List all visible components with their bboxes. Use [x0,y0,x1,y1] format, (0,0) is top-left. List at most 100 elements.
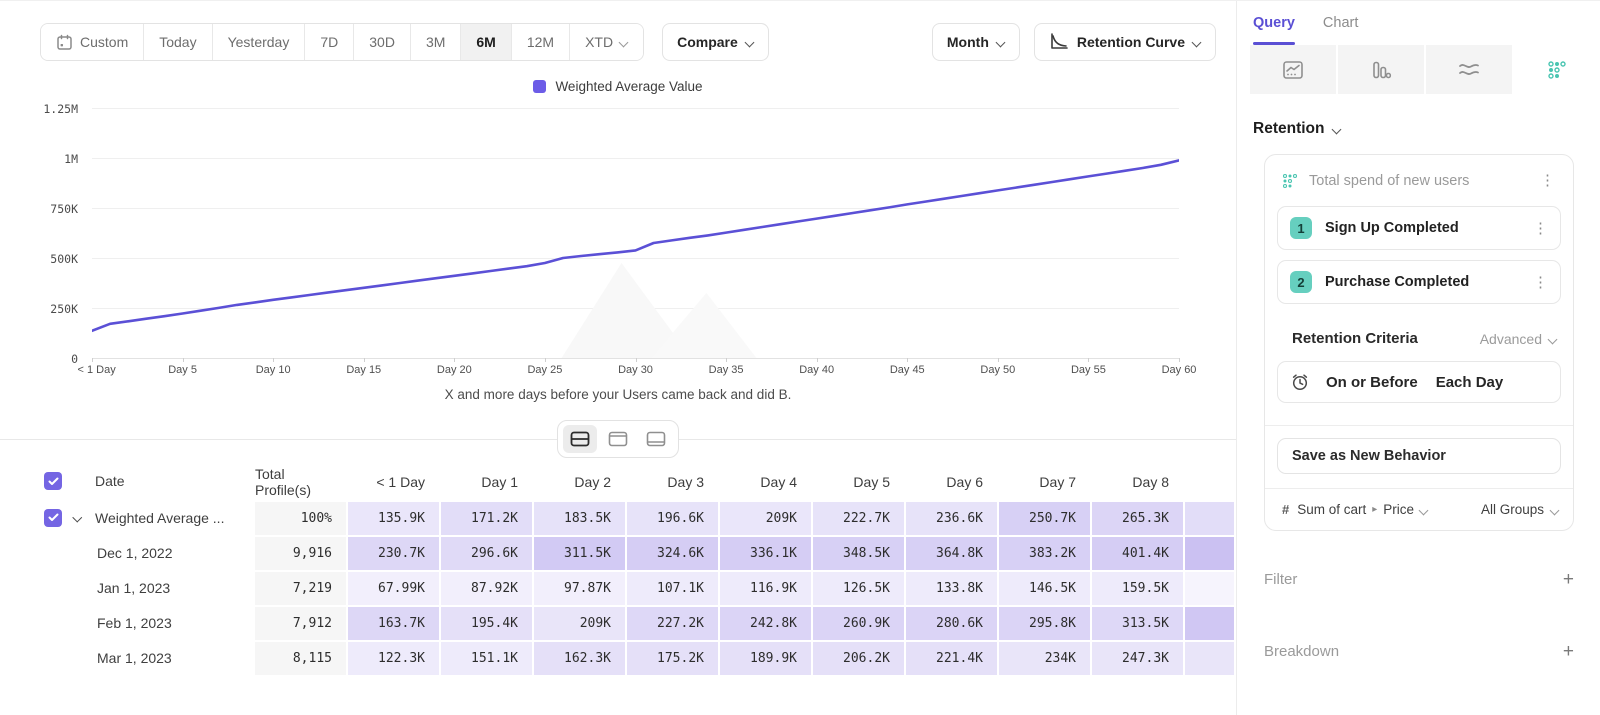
range-button-6m[interactable]: 6M [461,24,511,60]
save-as-new-behavior-button[interactable]: Save as New Behavior [1277,438,1561,474]
retention-value-cell-clipped [1185,500,1236,535]
add-breakdown-button[interactable]: + [1563,642,1574,661]
expand-caret-icon[interactable] [74,514,82,522]
granularity-dropdown[interactable]: Month [932,23,1020,61]
total-profiles-cell: 100% [255,500,348,535]
range-button-30d[interactable]: 30D [354,24,411,60]
y-axis-tick-label: 500K [50,252,78,266]
x-axis-tick-label: Day 15 [346,364,381,376]
retention-icon[interactable] [1514,45,1600,94]
y-axis-tick-label: 750K [50,202,78,216]
granularity-label: Month [947,34,989,50]
x-axis-tick-label: Day 50 [980,364,1015,376]
query-builder-panel: Query Chart [1237,1,1600,715]
row-label-cell: Mar 1, 2023 [0,640,255,675]
range-button-12m[interactable]: 12M [512,24,570,60]
behavior-step-1[interactable]: 1Sign Up Completed⋮ [1277,206,1561,250]
insights-icon[interactable] [1250,45,1338,94]
row-checkbox[interactable] [44,472,62,490]
axis-tick [1179,358,1180,362]
behavior-step-2[interactable]: 2 Purchase Completed ⋮ [1277,260,1561,304]
report-main: CustomTodayYesterday7D30D3M6M12MXTD Comp… [0,1,1237,715]
column-header[interactable]: Day 2 [534,462,627,500]
row-checkbox[interactable] [44,509,62,527]
column-header[interactable]: Day 4 [720,462,813,500]
column-header[interactable]: < 1 Day [348,462,441,500]
axis-tick [273,358,274,362]
flows-icon[interactable] [1426,45,1514,94]
chart-type-nav [1250,45,1600,94]
range-button-today[interactable]: Today [144,24,212,60]
measure-label: Sum of cart [1297,502,1366,517]
range-button-3m[interactable]: 3M [411,24,461,60]
retention-value-cell: 122.3K [348,640,441,675]
column-header[interactable]: Day 5 [813,462,906,500]
x-axis-tick-label: Day 40 [799,364,834,376]
layout-chart-view-button[interactable] [601,425,635,453]
table-row[interactable]: Dec 1, 20229,916230.7K296.6K311.5K324.6K… [0,535,1236,570]
advanced-dropdown[interactable]: Advanced [1480,331,1557,347]
compare-button[interactable]: Compare [662,23,769,61]
retention-value-cell: 183.5K [534,500,627,535]
axis-tick [726,358,727,362]
behavior-kebab-menu[interactable]: ⋮ [1536,171,1559,190]
retention-value-cell: 364.8K [906,535,999,570]
retention-value-cell: 159.5K [1092,570,1185,605]
x-axis-tick-label: Day 5 [168,364,197,376]
retention-section-heading[interactable]: Retention [1253,120,1600,138]
layout-split-view-button[interactable] [563,425,597,453]
funnels-icon[interactable] [1338,45,1426,94]
column-header[interactable]: Day 6 [906,462,999,500]
table-row[interactable]: Jan 1, 20237,21967.99K87.92K97.87K107.1K… [0,570,1236,605]
column-header[interactable]: Day 7 [999,462,1092,500]
filter-section: Filter + [1264,559,1574,599]
range-button-custom[interactable]: Custom [41,24,144,60]
row-label-cell: Feb 1, 2023 [0,605,255,640]
layout-table-view-button[interactable] [639,425,673,453]
column-header[interactable]: Day 1 [441,462,534,500]
retention-value-cell: 280.6K [906,605,999,640]
retention-value-cell: 206.2K [813,640,906,675]
row-label-cell: Weighted Average ... [0,500,255,535]
behavior-card: Total spend of new users ⋮ 1Sign Up Comp… [1264,154,1574,531]
criteria-timing-control[interactable]: On or Before Each Day [1277,361,1561,403]
axis-tick [998,358,999,362]
y-axis-tick-label: 1.25M [43,102,78,116]
step-number-badge: 2 [1290,271,1312,293]
step-number-badge: 1 [1290,217,1312,239]
filter-label: Filter [1264,571,1563,588]
chart-style-dropdown[interactable]: Retention Curve [1034,23,1216,61]
chevron-down-icon [1193,38,1201,46]
step-event-label: Purchase Completed [1325,274,1516,290]
retention-value-cell: 116.9K [720,570,813,605]
step-kebab-menu[interactable]: ⋮ [1529,273,1552,292]
retention-value-cell: 313.5K [1092,605,1185,640]
column-header[interactable]: Total Profile(s) [255,462,348,500]
retention-value-cell: 236.6K [906,500,999,535]
table-row[interactable]: Weighted Average ...100%135.9K171.2K183.… [0,500,1236,535]
retention-value-cell: 196.6K [627,500,720,535]
column-header[interactable]: Day 3 [627,462,720,500]
retention-value-cell: 97.87K [534,570,627,605]
row-label-cell: Dec 1, 2022 [0,535,255,570]
table-row[interactable]: Mar 1, 20238,115122.3K151.1K162.3K175.2K… [0,640,1236,675]
measure-dropdown[interactable]: Sum of cart ▸ Price [1297,502,1428,517]
range-button-7d[interactable]: 7D [305,24,354,60]
range-button-yesterday[interactable]: Yesterday [213,24,306,60]
measure-property-label: Price [1383,502,1414,517]
retention-criteria-row: Retention Criteria Advanced [1292,330,1557,347]
table-row[interactable]: Feb 1, 20237,912163.7K195.4K209K227.2K24… [0,605,1236,640]
range-button-xtd[interactable]: XTD [570,24,643,60]
retention-dots-icon [1282,173,1298,189]
column-header[interactable]: Day 8 [1092,462,1185,500]
chart-axis-caption: X and more days before your Users came b… [0,387,1236,402]
retention-value-cell: 336.1K [720,535,813,570]
add-filter-button[interactable]: + [1563,570,1574,589]
groups-dropdown[interactable]: All Groups [1481,502,1559,517]
retention-value-cell: 250.7K [999,500,1092,535]
tab-query[interactable]: Query [1253,15,1295,45]
tab-chart[interactable]: Chart [1323,15,1358,45]
advanced-label: Advanced [1480,331,1542,347]
table-header-row: DateTotal Profile(s)< 1 DayDay 1Day 2Day… [0,462,1236,500]
step-kebab-menu[interactable]: ⋮ [1529,219,1552,238]
